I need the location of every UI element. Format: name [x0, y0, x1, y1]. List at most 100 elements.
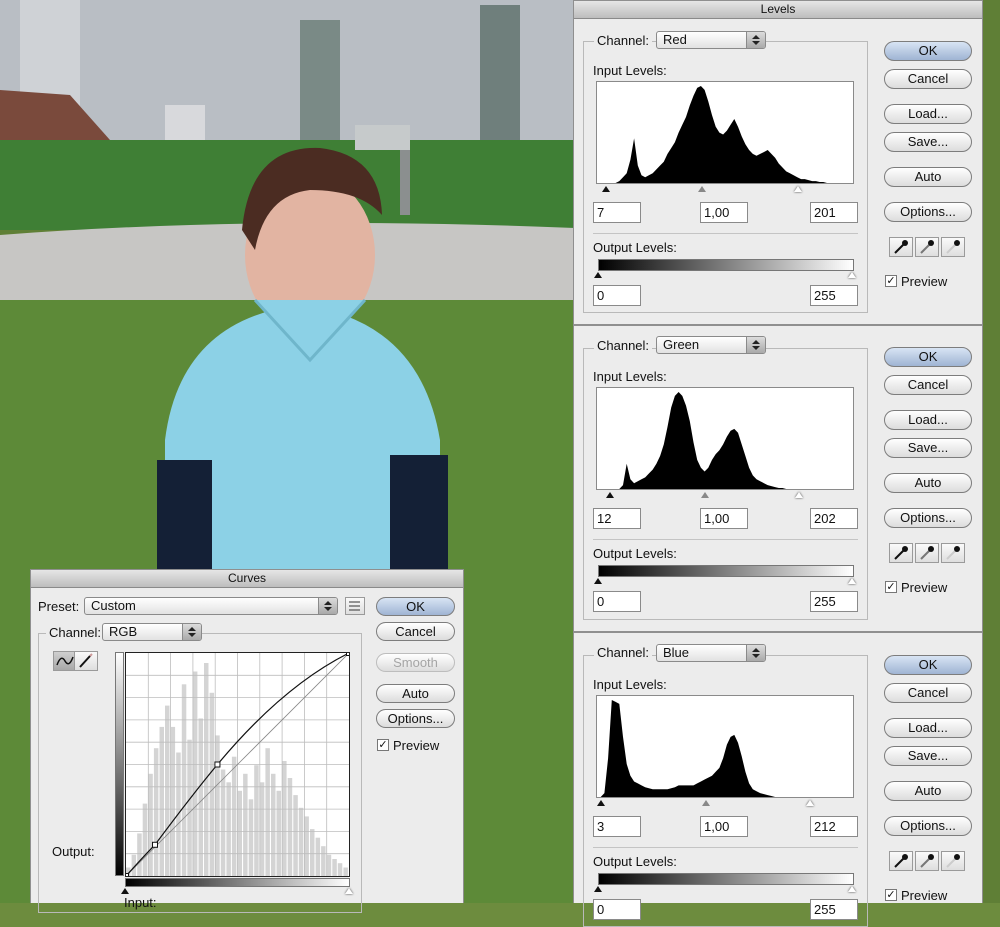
output-white-field[interactable]: 255	[810, 899, 858, 920]
ok-button[interactable]: OK	[376, 597, 455, 616]
curves-histogram-bar	[148, 773, 153, 876]
input-black-slider[interactable]	[606, 492, 614, 498]
output-black-slider[interactable]	[594, 272, 602, 278]
curves-histogram-bar	[254, 765, 259, 876]
input-white-field[interactable]: 201	[810, 202, 858, 223]
input-white-slider[interactable]	[795, 492, 803, 498]
input-gamma-field[interactable]: 1,00	[700, 816, 748, 837]
input-black-slider[interactable]	[597, 800, 605, 806]
channel-select[interactable]: RGB	[102, 623, 202, 641]
curves-histogram-bar	[220, 769, 226, 876]
black-eyedropper-icon[interactable]	[889, 851, 913, 871]
preset-select[interactable]: Custom	[84, 597, 338, 615]
curves-histogram-bar	[215, 735, 220, 876]
cancel-button[interactable]: Cancel	[884, 69, 972, 89]
load-button[interactable]: Load...	[884, 104, 972, 124]
curve-control-point[interactable]	[151, 841, 158, 848]
options-button[interactable]: Options...	[884, 202, 972, 222]
save-button[interactable]: Save...	[884, 438, 972, 458]
input-black-field[interactable]: 3	[593, 816, 641, 837]
input-gamma-field[interactable]: 1,00	[700, 202, 748, 223]
preview-checkbox[interactable]: ✓	[885, 581, 897, 593]
input-gamma-slider[interactable]	[701, 492, 709, 498]
white-eyedropper-icon[interactable]	[941, 851, 965, 871]
ok-button[interactable]: OK	[884, 41, 972, 61]
input-black-slider[interactable]	[121, 888, 129, 894]
pencil-icon[interactable]	[74, 651, 98, 671]
curves-title: Curves	[31, 570, 463, 588]
channel-select-value: Red	[663, 32, 687, 47]
ok-button[interactable]: OK	[884, 655, 972, 675]
output-label: Output:	[52, 844, 95, 859]
white-eyedropper-icon[interactable]	[941, 237, 965, 257]
black-eyedropper-icon[interactable]	[889, 543, 913, 563]
auto-button[interactable]: Auto	[884, 473, 972, 493]
options-button[interactable]: Options...	[884, 508, 972, 528]
curves-histogram-bar	[137, 833, 142, 876]
channel-select[interactable]: Red	[656, 31, 766, 49]
preview-checkbox[interactable]: ✓	[377, 739, 389, 751]
input-white-field[interactable]: 212	[810, 816, 858, 837]
curves-histogram-bar	[259, 782, 265, 876]
output-white-slider[interactable]	[848, 272, 856, 278]
output-levels-label: Output Levels:	[593, 546, 677, 561]
options-button[interactable]: Options...	[376, 709, 455, 728]
curve-control-point[interactable]	[346, 653, 350, 656]
cancel-button[interactable]: Cancel	[884, 375, 972, 395]
auto-button[interactable]: Auto	[884, 167, 972, 187]
output-black-slider[interactable]	[594, 886, 602, 892]
output-black-field[interactable]: 0	[593, 285, 641, 306]
curve-control-point[interactable]	[214, 761, 221, 768]
load-button[interactable]: Load...	[884, 718, 972, 738]
input-levels-label: Input Levels:	[593, 63, 667, 78]
ok-button[interactable]: OK	[884, 347, 972, 367]
gray-eyedropper-icon[interactable]	[915, 237, 939, 257]
output-gradient	[598, 873, 854, 885]
preview-checkbox[interactable]: ✓	[885, 889, 897, 901]
gray-eyedropper-icon[interactable]	[915, 543, 939, 563]
input-white-field[interactable]: 202	[810, 508, 858, 529]
histogram-area	[597, 700, 853, 797]
input-gamma-field[interactable]: 1,00	[700, 508, 748, 529]
save-button[interactable]: Save...	[884, 746, 972, 766]
output-black-slider[interactable]	[594, 578, 602, 584]
input-white-slider[interactable]	[345, 888, 353, 894]
output-black-field[interactable]: 0	[593, 591, 641, 612]
preview-checkbox[interactable]: ✓	[885, 275, 897, 287]
curves-histogram-bar	[298, 807, 304, 876]
input-black-field[interactable]: 12	[593, 508, 641, 529]
channel-select[interactable]: Blue	[656, 644, 766, 662]
output-gradient	[598, 259, 854, 271]
preview-label: Preview	[901, 888, 948, 903]
input-gamma-slider[interactable]	[698, 186, 706, 192]
output-white-slider[interactable]	[848, 886, 856, 892]
input-black-slider[interactable]	[602, 186, 610, 192]
save-button[interactable]: Save...	[884, 132, 972, 152]
cancel-button[interactable]: Cancel	[376, 622, 455, 641]
black-eyedropper-icon[interactable]	[889, 237, 913, 257]
input-gamma-slider[interactable]	[702, 800, 710, 806]
output-levels-label: Output Levels:	[593, 854, 677, 869]
auto-button[interactable]: Auto	[376, 684, 455, 703]
curves-histogram-bar	[153, 748, 159, 876]
smooth-button[interactable]: Smooth	[376, 653, 455, 672]
input-white-slider[interactable]	[806, 800, 814, 806]
auto-button[interactable]: Auto	[884, 781, 972, 801]
output-white-slider[interactable]	[848, 578, 856, 584]
options-button[interactable]: Options...	[884, 816, 972, 836]
channel-select[interactable]: Green	[656, 336, 766, 354]
input-white-slider[interactable]	[794, 186, 802, 192]
curve-control-point[interactable]	[126, 873, 129, 877]
input-black-field[interactable]: 7	[593, 202, 641, 223]
gray-eyedropper-icon[interactable]	[915, 851, 939, 871]
output-black-field[interactable]: 0	[593, 899, 641, 920]
preset-options-icon[interactable]	[345, 597, 365, 615]
cancel-button[interactable]: Cancel	[884, 683, 972, 703]
preset-label: Preset:	[38, 599, 80, 614]
output-white-field[interactable]: 255	[810, 285, 858, 306]
histogram	[596, 81, 854, 184]
curves-graph[interactable]	[125, 652, 350, 877]
load-button[interactable]: Load...	[884, 410, 972, 430]
output-white-field[interactable]: 255	[810, 591, 858, 612]
white-eyedropper-icon[interactable]	[941, 543, 965, 563]
